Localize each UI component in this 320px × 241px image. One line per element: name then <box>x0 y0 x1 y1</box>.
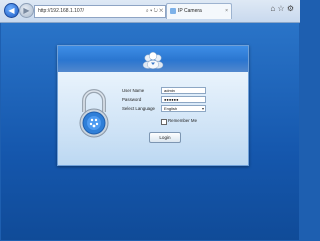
password-label: Password <box>122 97 142 102</box>
panel-header <box>58 46 248 72</box>
tab-close-icon[interactable]: × <box>225 4 228 19</box>
browser-tab[interactable]: IP Camera × <box>166 3 232 19</box>
remember-me-label: Remember Me <box>168 118 198 123</box>
back-button[interactable]: ◀ <box>4 3 19 18</box>
username-input[interactable]: admin <box>161 87 206 94</box>
forward-button[interactable]: ▶ <box>19 3 34 18</box>
language-select-value: English <box>164 106 178 111</box>
address-text: http://192.168.1.107/ <box>38 8 84 14</box>
language-select[interactable]: English ▾ <box>161 105 206 112</box>
users-icon <box>142 51 164 69</box>
toolbar-icons[interactable]: ⌂ ☆ ⚙ <box>270 4 294 13</box>
username-label: User Name <box>122 88 145 93</box>
login-button[interactable]: Login <box>149 132 181 143</box>
back-arrow-icon: ◀ <box>8 6 15 15</box>
password-input[interactable]: ●●●●●● <box>161 96 206 103</box>
browser-toolbar: ◀ ▶ http://192.168.1.107/ ⌕ ▾ ↻ ✕ IP Cam… <box>0 0 300 23</box>
remember-me-checkbox[interactable] <box>161 119 167 125</box>
address-bar[interactable]: http://192.168.1.107/ ⌕ ▾ ↻ ✕ <box>34 5 166 18</box>
login-panel: User Name Password Select Language admin… <box>57 45 249 166</box>
tab-title: IP Camera <box>178 8 202 14</box>
padlock-icon <box>79 89 109 138</box>
forward-arrow-icon: ▶ <box>23 6 30 15</box>
address-icons[interactable]: ⌕ ▾ ↻ ✕ <box>146 6 163 17</box>
language-label: Select Language <box>122 106 155 111</box>
tab-favicon-icon <box>170 8 176 14</box>
chevron-down-icon: ▾ <box>201 106 204 111</box>
